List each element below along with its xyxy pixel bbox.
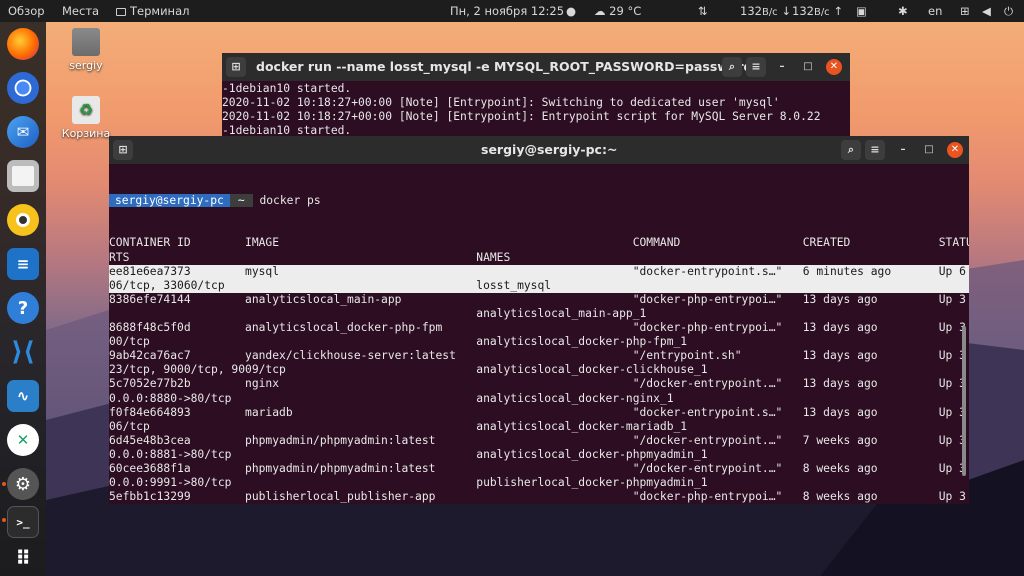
chromium-icon[interactable] — [7, 72, 39, 104]
keyboard-layout[interactable]: en — [928, 0, 942, 22]
table-row: f0f84e664893 mariadb "docker-entrypoint.… — [109, 405, 966, 419]
dock: ✉ ≡ ? ⟩⟨ ∿ ✕ ⚙ >_ ⠿ — [0, 22, 46, 576]
close-icon[interactable]: ✕ — [947, 142, 963, 158]
output-line: 2020-11-02 10:18:27+00:00 [Note] [Entryp… — [222, 96, 780, 110]
firefox-icon[interactable] — [7, 28, 39, 60]
network-icon[interactable]: ⊞ — [960, 0, 970, 22]
terminal-window-back[interactable]: ⊞ docker run --name losst_mysql -e MYSQL… — [222, 53, 850, 143]
maximize-icon[interactable]: □ — [800, 59, 816, 75]
net-up-indicator: 132B/c ↑ — [792, 0, 843, 22]
thunderbird-icon[interactable]: ✉ — [7, 116, 39, 148]
volume-icon[interactable]: ◀ — [982, 0, 991, 22]
tray-app-icon[interactable]: ▣ — [856, 0, 867, 22]
net-up-value: 132 — [792, 4, 814, 18]
terminal-icon[interactable]: >_ — [7, 506, 39, 538]
desktop-trash-label: Корзина — [61, 127, 111, 140]
table-row: 8386efe74144 analyticslocal_main-app "do… — [109, 292, 966, 306]
dot-icon: ● — [566, 4, 577, 18]
writer-icon[interactable]: ≡ — [7, 248, 39, 280]
desktop-home-folder[interactable]: sergiy — [56, 28, 116, 72]
table-row: 6d45e48b3cea phpmyadmin/phpmyadmin:lates… — [109, 433, 966, 447]
top-bar: Обзор Места Терминал Пн, 2 ноября 12:25 … — [0, 0, 1024, 22]
table-row: 0.0.0:8881->80/tcp analyticslocal_docker… — [109, 447, 708, 461]
table-row: 8688f48c5f0d analyticslocal_docker-php-f… — [109, 321, 966, 335]
table-row: analyticslocal_main-app_1 — [109, 306, 647, 320]
titlebar[interactable]: ⊞ docker run --name losst_mysql -e MYSQL… — [222, 53, 850, 81]
terminal-window-front[interactable]: ⊞ sergiy@sergiy-pc:~ ⌕ ≡ – □ ✕ sergiy@se… — [109, 136, 969, 504]
running-indicator — [2, 518, 6, 522]
activities-button[interactable]: Обзор — [8, 0, 45, 22]
rhythmbox-icon[interactable] — [7, 204, 39, 236]
prompt-line: sergiy@sergiy-pc ~ docker ps — [109, 194, 969, 208]
search-icon[interactable]: ⌕ — [841, 140, 861, 160]
network-up-down-icon: ⇅ — [698, 4, 708, 18]
net-up-unit: B/c — [813, 7, 830, 18]
power-icon[interactable]: ⏻ — [1004, 0, 1013, 22]
weather-indicator[interactable]: ☁ 29 °C — [594, 0, 641, 22]
prompt-command: docker ps — [259, 194, 321, 208]
arrow-up-icon: ↑ — [833, 4, 843, 18]
terminal-output[interactable]: sergiy@sergiy-pc ~ docker ps CONTAINER ID… — [109, 166, 969, 504]
settings-icon[interactable]: ⚙ — [7, 468, 39, 500]
prompt-dir: ~ — [229, 194, 253, 208]
weather-temp: 29 °C — [609, 4, 642, 18]
table-header: RTS NAMES — [109, 250, 511, 264]
search-icon[interactable]: ⌕ — [722, 57, 742, 77]
table-row: ee81e6ea7373 mysql "docker-entrypoint.s…… — [109, 264, 969, 279]
close-icon[interactable]: ✕ — [826, 59, 842, 75]
menu-icon[interactable]: ≡ — [865, 140, 885, 160]
terminal-small-icon — [116, 8, 126, 16]
scrollbar[interactable] — [962, 326, 966, 476]
table-row: 06/tcp, 33060/tcp losst_mysql — [109, 278, 969, 293]
docker-ps-output: CONTAINER ID IMAGE COMMAND CREATED STATU… — [109, 236, 969, 504]
net-down-indicator: 132B/c ↓ — [740, 0, 791, 22]
titlebar[interactable]: ⊞ sergiy@sergiy-pc:~ ⌕ ≡ – □ ✕ — [109, 136, 969, 164]
accessibility-icon[interactable]: ✱ — [898, 0, 908, 22]
table-row: 5efbb1c13299 publisherlocal_publisher-ap… — [109, 490, 966, 504]
system-monitor-icon[interactable]: ∿ — [7, 380, 39, 412]
net-down-unit: B/c — [761, 7, 778, 18]
terminal-app-menu[interactable]: Терминал — [116, 0, 189, 22]
show-apps-icon[interactable]: ⠿ — [7, 542, 39, 574]
table-row: 0.0.0:9991->80/tcp publisherlocal_docker… — [109, 476, 708, 490]
window-title: docker run --name losst_mysql -e MYSQL_R… — [256, 59, 756, 74]
minimize-icon[interactable]: – — [895, 142, 911, 158]
table-header: CONTAINER ID IMAGE COMMAND CREATED STATU… — [109, 236, 969, 250]
table-row: 60cee3688f1a phpmyadmin/phpmyadmin:lates… — [109, 461, 966, 475]
trash-icon: ♻ — [72, 96, 100, 124]
desktop-home-label: sergiy — [69, 59, 103, 72]
table-row: 0.0.0:8880->80/tcp analyticslocal_docker… — [109, 391, 674, 405]
help-icon[interactable]: ? — [7, 292, 39, 324]
clock[interactable]: Пн, 2 ноября 12:25 — [450, 0, 564, 22]
maximize-icon[interactable]: □ — [921, 142, 937, 158]
prompt-user: sergiy@sergiy-pc — [109, 194, 230, 208]
window-title: sergiy@sergiy-pc:~ — [481, 142, 618, 157]
desktop-trash[interactable]: ♻ Корзина — [56, 96, 116, 140]
net-down-value: 132 — [740, 4, 762, 18]
terminal-output[interactable]: -1debian10 started. 2020-11-02 10:18:27+0… — [222, 82, 850, 142]
running-indicator — [2, 482, 6, 486]
table-row: 00/tcp analyticslocal_docker-php-fpm_1 — [109, 335, 688, 349]
table-row: 5c7052e77b2b nginx "/docker-entrypoint.…… — [109, 377, 966, 391]
crossover-icon[interactable]: ✕ — [7, 424, 39, 456]
new-tab-icon[interactable]: ⊞ — [226, 57, 246, 77]
terminal-app-label: Терминал — [130, 4, 190, 18]
weather-icon: ☁ — [594, 4, 606, 18]
home-folder-icon — [72, 28, 100, 56]
files-icon[interactable] — [7, 160, 39, 192]
table-row: 06/tcp analyticslocal_docker-mariadb_1 — [109, 419, 688, 433]
menu-icon[interactable]: ≡ — [746, 57, 766, 77]
places-menu[interactable]: Места — [62, 0, 99, 22]
vscode-icon[interactable]: ⟩⟨ — [7, 336, 39, 368]
output-line: 2020-11-02 10:18:27+00:00 [Note] [Entryp… — [222, 110, 821, 124]
table-row: 23/tcp, 9000/tcp, 9009/tcp analyticsloca… — [109, 363, 708, 377]
arrow-down-icon: ↓ — [781, 4, 791, 18]
output-line: -1debian10 started. — [222, 82, 352, 95]
new-tab-icon[interactable]: ⊞ — [113, 140, 133, 160]
table-row: 9ab42ca76ac7 yandex/clickhouse-server:la… — [109, 349, 966, 363]
minimize-icon[interactable]: – — [774, 59, 790, 75]
